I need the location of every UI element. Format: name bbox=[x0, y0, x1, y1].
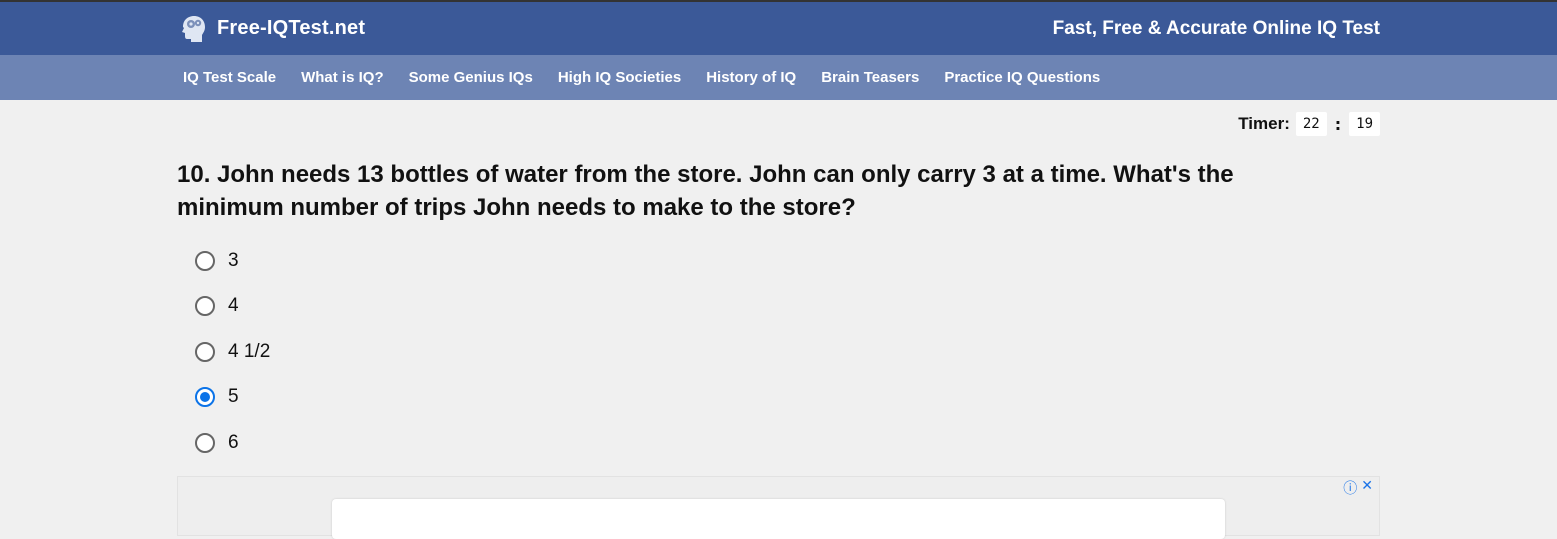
main-content: Timer: 22 : 19 10. John needs 13 bottles… bbox=[177, 100, 1380, 466]
brand-name: Free-IQTest.net bbox=[217, 17, 366, 39]
answer-option[interactable]: 3 bbox=[195, 238, 1380, 284]
timer: Timer: 22 : 19 bbox=[177, 100, 1380, 148]
radio-button[interactable] bbox=[195, 341, 215, 362]
question-text: 10. John needs 13 bottles of water from … bbox=[177, 161, 1234, 221]
brain-head-icon bbox=[177, 13, 209, 45]
answer-label: 4 bbox=[228, 295, 239, 317]
timer-minutes: 22 bbox=[1295, 112, 1327, 136]
answer-option[interactable]: 5 bbox=[195, 375, 1380, 421]
nav-item-some-genius-iqs[interactable]: Some Genius IQs bbox=[409, 69, 533, 86]
nav-item-brain-teasers[interactable]: Brain Teasers bbox=[821, 69, 919, 86]
ad-container: ⓘ ✕ bbox=[177, 476, 1380, 539]
answer-option[interactable]: 6 bbox=[195, 420, 1380, 466]
close-icon[interactable]: ✕ bbox=[1361, 478, 1373, 498]
answer-option[interactable]: 4 bbox=[195, 284, 1380, 330]
answer-label: 3 bbox=[228, 249, 239, 271]
nav-item-what-is-iq[interactable]: What is IQ? bbox=[301, 69, 384, 86]
nav-item-high-iq-societies[interactable]: High IQ Societies bbox=[558, 69, 681, 86]
main-nav: IQ Test Scale What is IQ? Some Genius IQ… bbox=[0, 55, 1557, 100]
site-header: Free-IQTest.net Fast, Free & Accurate On… bbox=[0, 2, 1557, 55]
brand[interactable]: Free-IQTest.net bbox=[177, 13, 365, 45]
info-icon[interactable]: ⓘ bbox=[1343, 478, 1357, 498]
ad-frame[interactable] bbox=[332, 499, 1225, 539]
ad-controls: ⓘ ✕ bbox=[1343, 478, 1373, 498]
answer-label: 5 bbox=[228, 386, 239, 408]
radio-button-selected[interactable] bbox=[195, 387, 215, 408]
timer-seconds: 19 bbox=[1349, 112, 1380, 136]
nav-item-history-of-iq[interactable]: History of IQ bbox=[706, 69, 796, 86]
answer-label: 6 bbox=[228, 431, 239, 453]
radio-button[interactable] bbox=[195, 296, 215, 317]
answer-options: 3 4 4 1/2 5 6 bbox=[195, 238, 1380, 466]
site-tagline: Fast, Free & Accurate Online IQ Test bbox=[1052, 17, 1380, 39]
answer-option[interactable]: 4 1/2 bbox=[195, 329, 1380, 375]
timer-separator: : bbox=[1334, 114, 1342, 134]
radio-button[interactable] bbox=[195, 250, 215, 271]
nav-item-iq-test-scale[interactable]: IQ Test Scale bbox=[183, 69, 276, 86]
nav-item-practice-iq-questions[interactable]: Practice IQ Questions bbox=[944, 69, 1100, 86]
timer-label: Timer: bbox=[1238, 114, 1290, 133]
answer-label: 4 1/2 bbox=[228, 340, 271, 362]
radio-button[interactable] bbox=[195, 432, 215, 453]
